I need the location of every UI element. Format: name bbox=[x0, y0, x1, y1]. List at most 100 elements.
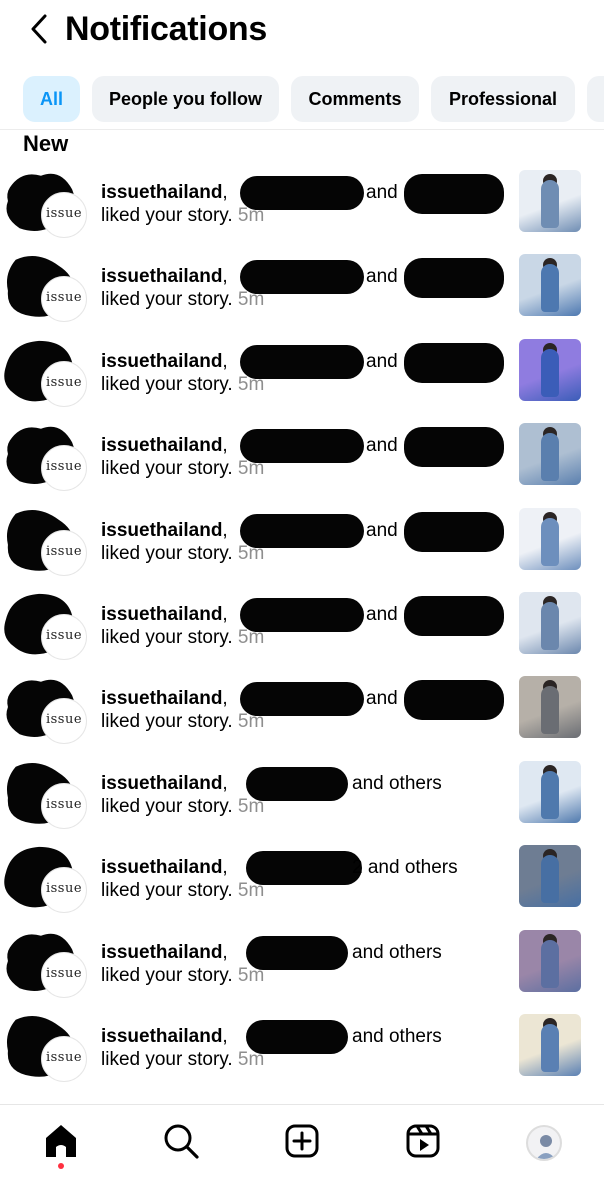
username[interactable]: issuethailand bbox=[101, 773, 222, 794]
avatar-logo-text: issue bbox=[45, 290, 83, 305]
action-text: liked your story. bbox=[101, 627, 233, 648]
notification-action: liked your story. 5m bbox=[101, 204, 264, 228]
timestamp: 5m bbox=[237, 1049, 265, 1070]
timestamp: 5m bbox=[237, 880, 265, 901]
thumbnail-figure-body bbox=[541, 264, 559, 312]
username[interactable]: issuethailand bbox=[101, 604, 222, 625]
username[interactable]: issuethailand bbox=[101, 520, 222, 541]
notification-row[interactable]: issue issuethailand, and liked your stor… bbox=[0, 590, 604, 674]
filter-chip-people-you-follow[interactable]: People you follow bbox=[92, 76, 279, 122]
story-thumbnail[interactable] bbox=[519, 592, 581, 654]
issue-logo-avatar: issue bbox=[41, 867, 87, 913]
thumbnail-figure-body bbox=[541, 940, 559, 988]
avatar[interactable]: issue bbox=[2, 590, 92, 674]
issue-logo-avatar: issue bbox=[41, 783, 87, 829]
issue-logo-avatar: issue bbox=[41, 445, 87, 491]
timestamp: 5m bbox=[237, 458, 265, 479]
thumbnail-figure-body bbox=[541, 180, 559, 228]
comma: , bbox=[222, 688, 228, 709]
action-text: liked your story. bbox=[101, 1049, 233, 1070]
avatar[interactable]: issue bbox=[2, 1012, 92, 1096]
story-thumbnail[interactable] bbox=[519, 170, 581, 232]
avatar-logo-text: issue bbox=[45, 459, 83, 474]
filter-chip-comments[interactable]: Comments bbox=[291, 76, 419, 122]
username[interactable]: issuethailand bbox=[101, 688, 222, 709]
redacted-usernames-2 bbox=[404, 596, 504, 636]
chevron-left-icon[interactable] bbox=[28, 12, 52, 46]
connector-text: and bbox=[366, 182, 398, 203]
notification-row[interactable]: issue issuethailand, and liked your stor… bbox=[0, 674, 604, 758]
comma: , bbox=[222, 604, 228, 625]
username[interactable]: issuethailand bbox=[101, 857, 222, 878]
story-thumbnail[interactable] bbox=[519, 930, 581, 992]
username[interactable]: issuethailand bbox=[101, 266, 222, 287]
avatar[interactable]: issue bbox=[2, 674, 92, 758]
connector-text: and bbox=[366, 688, 398, 709]
filter-chip-professional[interactable]: Professional bbox=[431, 76, 575, 122]
issue-logo-avatar: issue bbox=[41, 698, 87, 744]
notification-connector: and bbox=[366, 265, 398, 289]
notification-action: liked your story. 5m bbox=[101, 879, 264, 903]
notification-action: liked your story. 5m bbox=[101, 457, 264, 481]
notification-row[interactable]: issue issuethailand, and others liked yo… bbox=[0, 928, 604, 1012]
notification-row[interactable]: issue issuethailand, 2 and others liked … bbox=[0, 843, 604, 927]
story-thumbnail[interactable] bbox=[519, 845, 581, 907]
notification-connector: and bbox=[366, 350, 398, 374]
notification-action: liked your story. 5m bbox=[101, 795, 264, 819]
story-thumbnail[interactable] bbox=[519, 254, 581, 316]
avatar-logo-text: issue bbox=[45, 966, 83, 981]
avatar[interactable]: issue bbox=[2, 421, 92, 505]
filter-chips: All People you follow Comments Professio… bbox=[0, 76, 604, 124]
notification-connector: 2 and others bbox=[352, 856, 458, 880]
issue-logo-avatar: issue bbox=[41, 952, 87, 998]
notification-text: issuethailand, bbox=[101, 519, 228, 543]
suffix-text: 2 and others bbox=[352, 857, 458, 878]
filter-chip-more[interactable] bbox=[587, 76, 604, 122]
username[interactable]: issuethailand bbox=[101, 182, 222, 203]
notification-row[interactable]: issue issuethailand, and others liked yo… bbox=[0, 1012, 604, 1096]
timestamp: 5m bbox=[237, 374, 265, 395]
avatar[interactable]: issue bbox=[2, 506, 92, 590]
reels-icon[interactable] bbox=[401, 1119, 445, 1163]
timestamp: 5m bbox=[237, 965, 265, 986]
notification-row[interactable]: issue issuethailand, and liked your stor… bbox=[0, 252, 604, 336]
create-icon[interactable] bbox=[280, 1119, 324, 1163]
home-icon[interactable] bbox=[39, 1119, 83, 1163]
timestamp: 5m bbox=[237, 711, 265, 732]
story-thumbnail[interactable] bbox=[519, 423, 581, 485]
notification-row[interactable]: issue issuethailand, and liked your stor… bbox=[0, 337, 604, 421]
comma: , bbox=[222, 857, 228, 878]
story-thumbnail[interactable] bbox=[519, 339, 581, 401]
notification-row[interactable]: issue issuethailand, and others liked yo… bbox=[0, 759, 604, 843]
avatar[interactable]: issue bbox=[2, 759, 92, 843]
username[interactable]: issuethailand bbox=[101, 351, 222, 372]
search-icon[interactable] bbox=[159, 1119, 203, 1163]
comma: , bbox=[222, 1026, 228, 1047]
username[interactable]: issuethailand bbox=[101, 1026, 222, 1047]
story-thumbnail[interactable] bbox=[519, 761, 581, 823]
avatar[interactable]: issue bbox=[2, 337, 92, 421]
redacted-usernames-2 bbox=[404, 680, 504, 720]
avatar[interactable]: issue bbox=[2, 928, 92, 1012]
avatar[interactable]: issue bbox=[2, 252, 92, 336]
notification-text: issuethailand, bbox=[101, 350, 228, 374]
avatar[interactable]: issue bbox=[2, 168, 92, 252]
story-thumbnail[interactable] bbox=[519, 508, 581, 570]
filter-chip-all[interactable]: All bbox=[23, 76, 80, 122]
notification-row[interactable]: issue issuethailand, and liked your stor… bbox=[0, 168, 604, 252]
notification-row[interactable]: issue issuethailand, and liked your stor… bbox=[0, 421, 604, 505]
story-thumbnail[interactable] bbox=[519, 676, 581, 738]
notification-connector: and bbox=[366, 519, 398, 543]
action-text: liked your story. bbox=[101, 880, 233, 901]
username[interactable]: issuethailand bbox=[101, 435, 222, 456]
comma: , bbox=[222, 266, 228, 287]
story-thumbnail[interactable] bbox=[519, 1014, 581, 1076]
avatar-logo-text: issue bbox=[45, 375, 83, 390]
comma: , bbox=[222, 520, 228, 541]
avatar[interactable]: issue bbox=[2, 843, 92, 927]
username[interactable]: issuethailand bbox=[101, 942, 222, 963]
notification-row[interactable]: issue issuethailand, and liked your stor… bbox=[0, 506, 604, 590]
connector-text: and bbox=[366, 351, 398, 372]
notification-action: liked your story. 5m bbox=[101, 542, 264, 566]
profile-avatar[interactable] bbox=[526, 1125, 562, 1161]
